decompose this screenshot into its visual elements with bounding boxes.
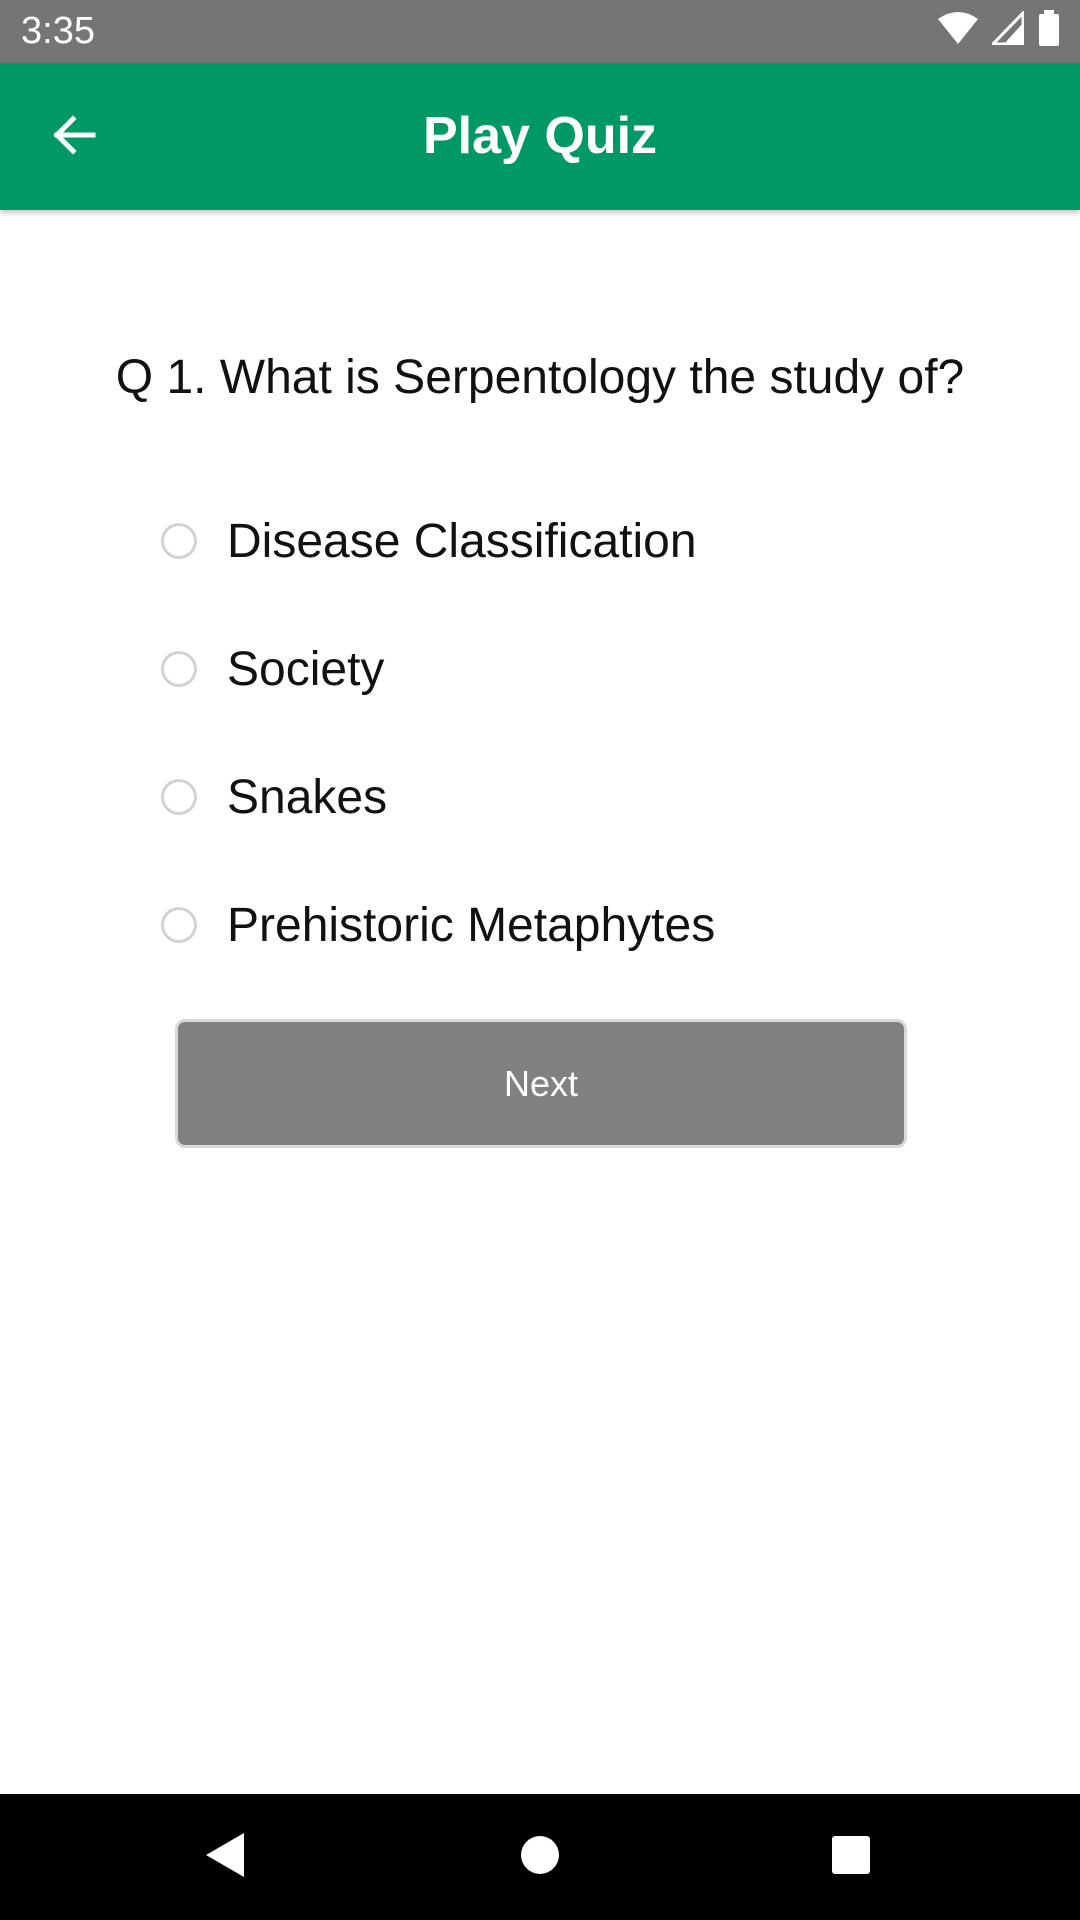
radio-button[interactable] [161,651,197,687]
back-triangle-icon [204,1831,246,1884]
option-label: Snakes [227,770,388,824]
arrow-back-icon [49,111,97,164]
option-label: Society [227,642,385,696]
status-icons [938,8,1060,51]
radio-button[interactable] [161,907,197,943]
recents-square-icon [831,1835,871,1880]
option-label: Disease Classification [227,514,697,568]
status-time: 3:35 [21,10,95,52]
nav-recents-button[interactable] [806,1812,896,1902]
answer-options: Disease Classification Society Snakes Pr… [158,477,958,989]
app-bar: Play Quiz [0,63,1080,210]
status-bar: 3:35 [0,0,1080,63]
option-snakes[interactable]: Snakes [158,733,958,861]
back-button[interactable] [28,92,118,182]
wifi-icon [938,11,978,50]
nav-back-button[interactable] [180,1812,270,1902]
question-text: Q 1. What is Serpentology the study of? [115,351,965,404]
radio-button[interactable] [161,779,197,815]
radio-button[interactable] [161,523,197,559]
home-circle-icon [519,1834,561,1881]
battery-icon [1038,9,1060,51]
option-label: Prehistoric Metaphytes [227,898,716,952]
nav-home-button[interactable] [495,1812,585,1902]
next-button[interactable]: Next [175,1019,907,1148]
system-nav-bar [0,1794,1080,1920]
page-title: Play Quiz [422,107,658,165]
cell-signal-icon [989,8,1025,50]
option-disease-classification[interactable]: Disease Classification [158,477,958,605]
option-prehistoric-metaphytes[interactable]: Prehistoric Metaphytes [158,861,958,989]
option-society[interactable]: Society [158,605,958,733]
